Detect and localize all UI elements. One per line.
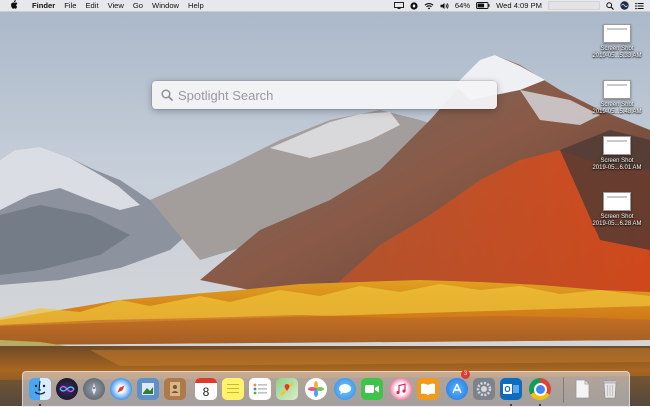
battery-percentage[interactable]: 64% — [455, 0, 470, 11]
screen-mirror-icon[interactable] — [393, 2, 404, 9]
dock-separator — [563, 377, 564, 403]
svg-text:O: O — [504, 385, 510, 394]
dock-facetime-icon[interactable] — [361, 378, 383, 400]
desktop-file-name: Screen Shot — [600, 214, 634, 220]
dock-itunes-icon[interactable] — [390, 378, 412, 400]
menu-edit[interactable]: Edit — [85, 0, 98, 11]
dock-contacts-icon[interactable] — [164, 378, 186, 400]
dock-outlook-icon[interactable]: O — [500, 378, 522, 400]
menu-file[interactable]: File — [64, 0, 76, 11]
magnifier-icon — [161, 89, 173, 101]
dock: 8 3 O — [22, 370, 630, 407]
siri-icon[interactable] — [620, 1, 629, 10]
desktop-file-name: Screen Shot — [600, 46, 634, 52]
dock-system-preferences-icon[interactable] — [473, 378, 495, 400]
desktop-file-date: 2019-05...5.48 AM — [592, 109, 642, 115]
search-icon[interactable] — [606, 1, 614, 10]
dock-preview-icon[interactable] — [137, 378, 159, 400]
desktop-file-screenshot-2[interactable]: Screen Shot 2019-05...5.48 AM — [587, 80, 647, 116]
menu-go[interactable]: Go — [133, 0, 143, 11]
dock-document-icon[interactable] — [571, 378, 593, 400]
desktop-file-name: Screen Shot — [600, 158, 634, 164]
desktop-file-date: 2019-05...6.01 AM — [592, 165, 642, 171]
user-account-box[interactable] — [548, 1, 600, 10]
spotlight-search-bar[interactable] — [152, 81, 497, 109]
dock-finder-icon[interactable] — [29, 378, 51, 400]
desktop-file-screenshot-4[interactable]: Screen Shot 2019-05...6.28 AM — [587, 192, 647, 228]
screenshot-thumbnail-icon — [603, 80, 631, 99]
dock-stickies-icon[interactable] — [222, 378, 244, 400]
dock-ibooks-icon[interactable] — [417, 378, 439, 400]
dock-chrome-icon[interactable] — [529, 378, 551, 400]
wifi-icon[interactable] — [424, 2, 434, 10]
desktop-wallpaper — [0, 0, 650, 406]
menu-view[interactable]: View — [108, 0, 124, 11]
menu-window[interactable]: Window — [152, 0, 179, 11]
desktop-file-name: Screen Shot — [600, 102, 634, 108]
battery-icon[interactable] — [476, 2, 490, 9]
dock-siri-icon[interactable] — [56, 378, 78, 400]
app-store-badge: 3 — [461, 370, 470, 379]
menu-help[interactable]: Help — [188, 0, 204, 11]
spotlight-search-input[interactable] — [178, 87, 478, 103]
dock-app-store-icon[interactable] — [446, 378, 468, 400]
volume-icon[interactable] — [440, 2, 449, 10]
dock-trash-icon[interactable] — [599, 378, 621, 400]
dock-messages-icon[interactable] — [334, 378, 356, 400]
dock-calendar-icon[interactable]: 8 — [195, 378, 217, 400]
desktop-file-screenshot-3[interactable]: Screen Shot 2019-05...6.01 AM — [587, 136, 647, 172]
calendar-day: 8 — [202, 384, 210, 399]
dock-safari-icon[interactable] — [110, 378, 132, 400]
desktop-file-date: 2019-05...6.28 AM — [592, 221, 642, 227]
notification-center-icon[interactable] — [635, 2, 644, 10]
screenshot-thumbnail-icon — [603, 24, 631, 43]
dock-photos-icon[interactable] — [305, 378, 327, 400]
dock-reminders-icon[interactable] — [249, 378, 271, 400]
dock-launchpad-icon[interactable] — [83, 378, 105, 400]
menu-app-finder[interactable]: Finder — [32, 0, 55, 11]
menu-bar-clock[interactable]: Wed 4:09 PM — [496, 0, 542, 11]
dropbox-icon[interactable] — [410, 1, 418, 10]
dock-maps-icon[interactable] — [276, 378, 298, 400]
menu-bar-status-area: 64% Wed 4:09 PM — [393, 0, 650, 11]
apple-menu-icon[interactable] — [8, 0, 20, 12]
menu-bar: Finder File Edit View Go Window Help 64%… — [0, 0, 650, 12]
screenshot-thumbnail-icon — [603, 136, 631, 155]
desktop-file-date: 2019-05...5.33 AM — [592, 53, 642, 59]
desktop-file-screenshot-1[interactable]: Screen Shot 2019-05...5.33 AM — [587, 24, 647, 60]
screenshot-thumbnail-icon — [603, 192, 631, 211]
